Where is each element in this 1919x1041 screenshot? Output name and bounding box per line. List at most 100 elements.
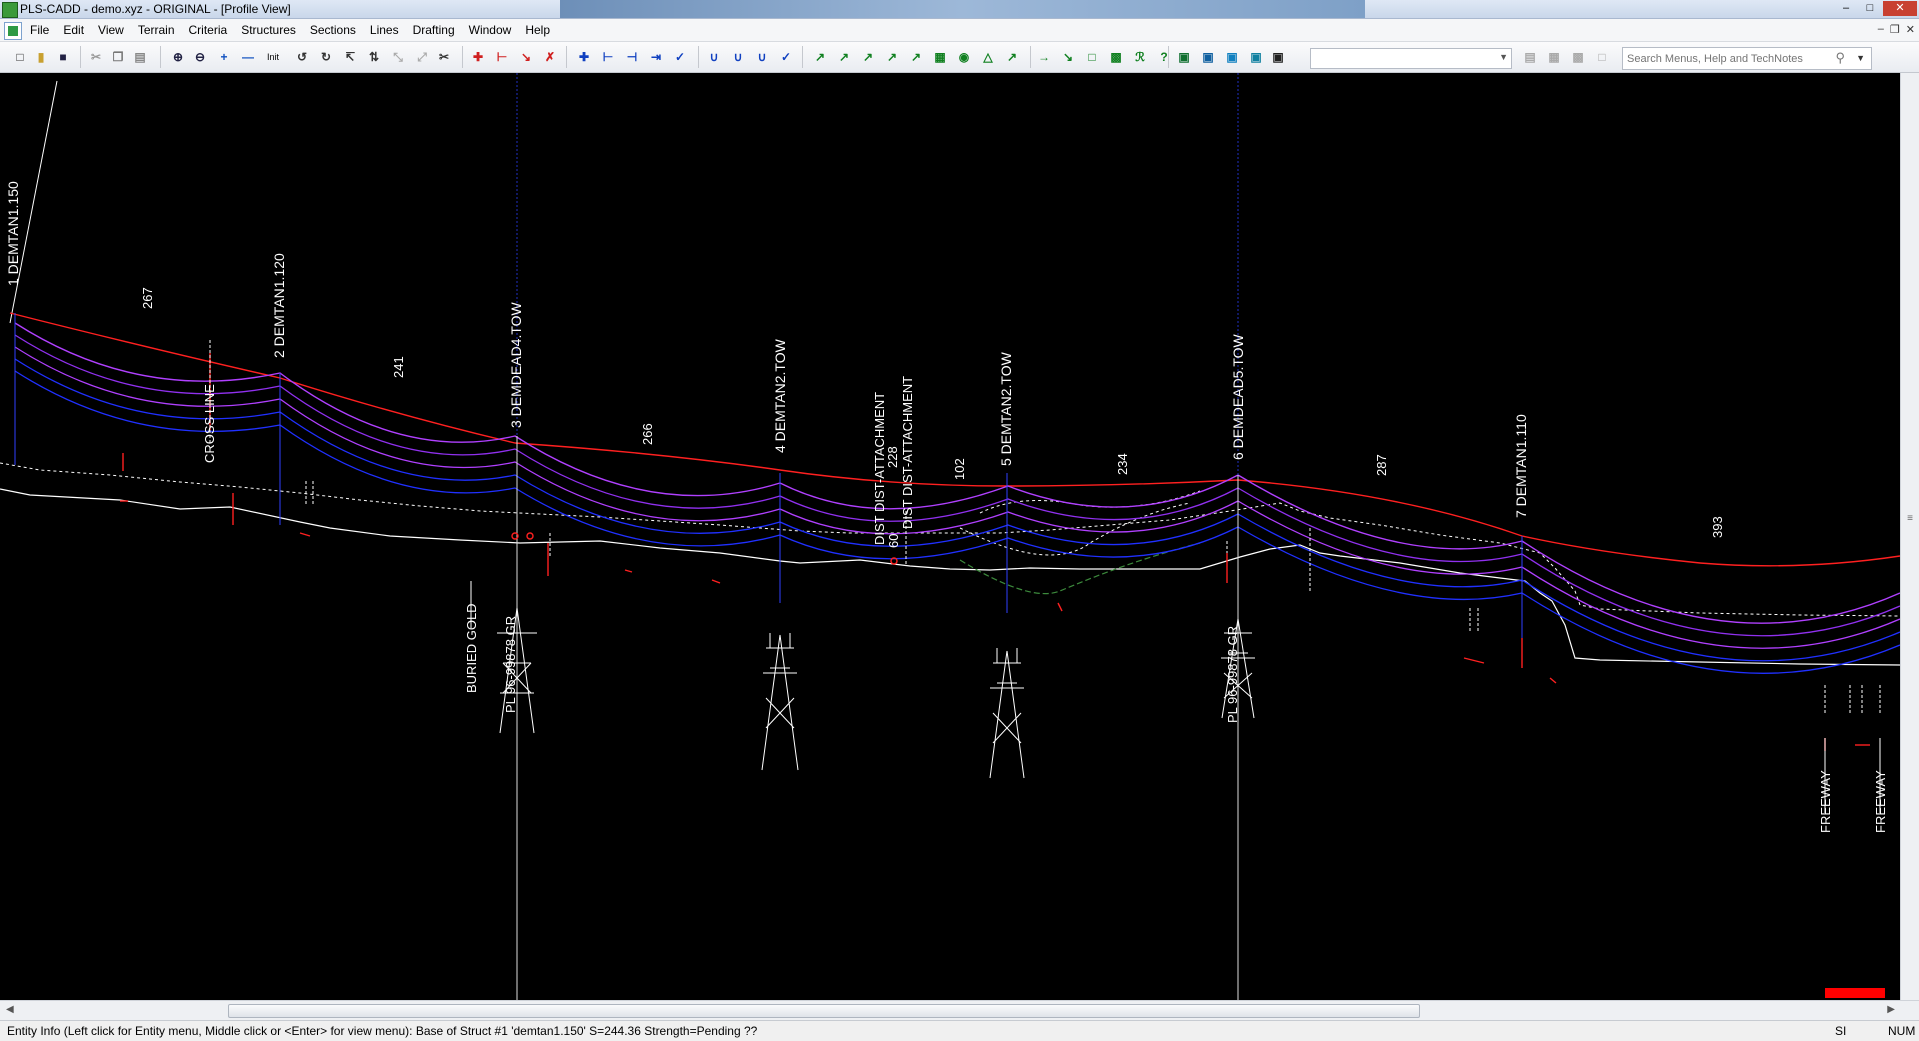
rotate-right-icon[interactable]: ↻ bbox=[318, 49, 334, 65]
line4-icon[interactable]: ▩ bbox=[1108, 49, 1124, 65]
view2-icon[interactable]: ▣ bbox=[1200, 49, 1216, 65]
open-icon[interactable]: ▮ bbox=[33, 49, 49, 65]
fit-icon[interactable]: ⤡ bbox=[390, 49, 406, 65]
sag-check-icon[interactable]: ✓ bbox=[778, 49, 794, 65]
view1-icon[interactable]: ▣ bbox=[1176, 49, 1192, 65]
menu-help[interactable]: Help bbox=[525, 23, 550, 37]
report1-icon[interactable]: ▤ bbox=[1522, 49, 1538, 65]
horizontal-scrollbar[interactable]: ◀ ▶ bbox=[0, 1000, 1919, 1020]
section-icon[interactable]: ⊢ bbox=[600, 49, 616, 65]
menu-structures[interactable]: Structures bbox=[241, 23, 296, 37]
scroll-right-icon[interactable]: ▶ bbox=[1887, 1004, 1895, 1015]
rotate-icon[interactable]: ↸ bbox=[342, 49, 358, 65]
line1-icon[interactable]: → bbox=[1036, 49, 1052, 65]
menu-terrain[interactable]: Terrain bbox=[138, 23, 175, 37]
profile-view-canvas[interactable]: 1 DEMTAN1.150 2 DEMTAN1.120 3 DEMDEAD4.T… bbox=[0, 73, 1900, 1000]
menu-criteria[interactable]: Criteria bbox=[189, 23, 228, 37]
document-icon[interactable] bbox=[4, 22, 22, 40]
zoom-in-icon[interactable]: ⊕ bbox=[170, 49, 186, 65]
terrain8-icon[interactable]: △ bbox=[980, 49, 996, 65]
freeway-label[interactable]: FREEWAY bbox=[1818, 770, 1833, 833]
terrain1-icon[interactable]: ↗ bbox=[812, 49, 828, 65]
terrain9-icon[interactable]: ↗ bbox=[1004, 49, 1020, 65]
minimize-icon[interactable]: – bbox=[1835, 1, 1857, 16]
dist-attachment-label[interactable]: DIST DIST-ATTACHMENT bbox=[872, 392, 887, 545]
menu-edit[interactable]: Edit bbox=[63, 23, 84, 37]
save-icon[interactable]: ■ bbox=[55, 49, 71, 65]
delete-structure-icon[interactable]: ✗ bbox=[542, 49, 558, 65]
terrain7-icon[interactable]: ◉ bbox=[956, 49, 972, 65]
zoom-out-icon[interactable]: ⊖ bbox=[192, 49, 208, 65]
view5-icon[interactable]: ▣ bbox=[1270, 49, 1286, 65]
line5-icon[interactable]: ℛ bbox=[1132, 49, 1148, 65]
add-structure-icon[interactable]: ✚ bbox=[470, 49, 486, 65]
copy-icon[interactable]: ❐ bbox=[110, 49, 126, 65]
layer-combo[interactable]: ▼ bbox=[1310, 48, 1512, 69]
structure-label-5[interactable]: 5 DEMTAN2.TOW bbox=[998, 351, 1014, 466]
fit2-icon[interactable]: ⤢ bbox=[414, 49, 430, 65]
scissors-icon[interactable]: ✂ bbox=[436, 49, 452, 65]
search-input[interactable] bbox=[1623, 48, 1829, 69]
mdi-close-icon[interactable]: ✕ bbox=[1906, 23, 1915, 36]
section-move-icon[interactable]: ⇥ bbox=[648, 49, 664, 65]
zoom-extent-icon[interactable]: — bbox=[240, 49, 256, 65]
report4-icon[interactable]: □ bbox=[1594, 49, 1610, 65]
pl-gr-label[interactable]: PL 96-99878 GR bbox=[503, 616, 518, 713]
menu-lines[interactable]: Lines bbox=[370, 23, 399, 37]
orbit-icon[interactable]: ⇅ bbox=[366, 49, 382, 65]
sag2-icon[interactable]: ∪ bbox=[730, 49, 746, 65]
scroll-grip-icon[interactable]: ≡ bbox=[1904, 513, 1916, 533]
report3-icon[interactable]: ▩ bbox=[1570, 49, 1586, 65]
terrain3-icon[interactable]: ↗ bbox=[860, 49, 876, 65]
new-icon[interactable]: □ bbox=[12, 49, 28, 65]
buried-gold-label[interactable]: BURIED GOLD bbox=[464, 603, 479, 693]
structure-label-6[interactable]: 6 DEMDEAD5.TOW bbox=[1230, 333, 1246, 460]
line3-icon[interactable]: □ bbox=[1084, 49, 1100, 65]
structure-arrow-icon[interactable]: ↘ bbox=[518, 49, 534, 65]
view3-icon[interactable]: ▣ bbox=[1224, 49, 1240, 65]
view4-icon[interactable]: ▣ bbox=[1248, 49, 1264, 65]
menu-window[interactable]: Window bbox=[469, 23, 512, 37]
init-icon[interactable]: Init bbox=[262, 49, 284, 65]
structure-label-1[interactable]: 1 DEMTAN1.150 bbox=[5, 181, 21, 286]
maximize-icon[interactable]: □ bbox=[1859, 1, 1881, 16]
title-bar-band bbox=[560, 0, 1365, 18]
search-dropdown-icon[interactable]: ▼ bbox=[1856, 53, 1865, 63]
menu-sections[interactable]: Sections bbox=[310, 23, 356, 37]
rotate-left-icon[interactable]: ↺ bbox=[294, 49, 310, 65]
structure-label-3[interactable]: 3 DEMDEAD4.TOW bbox=[508, 301, 524, 428]
cut-icon[interactable]: ✂ bbox=[88, 49, 104, 65]
report2-icon[interactable]: ▦ bbox=[1546, 49, 1562, 65]
dist-attachment-label[interactable]: DIST DIST-ATTACHMENT bbox=[900, 376, 915, 529]
scroll-left-icon[interactable]: ◀ bbox=[6, 1004, 14, 1015]
section-add-icon[interactable]: ✚ bbox=[576, 49, 592, 65]
pan-icon[interactable]: + bbox=[216, 49, 232, 65]
menu-drafting[interactable]: Drafting bbox=[413, 23, 455, 37]
line2-icon[interactable]: ↘ bbox=[1060, 49, 1076, 65]
mdi-restore-icon[interactable]: ❐ bbox=[1890, 23, 1900, 36]
mdi-minimize-icon[interactable]: – bbox=[1878, 23, 1884, 36]
crossline-label[interactable]: CROSS LINE bbox=[202, 384, 217, 463]
menu-view[interactable]: View bbox=[98, 23, 124, 37]
section-query-icon[interactable]: ⊣ bbox=[624, 49, 640, 65]
move-structure-icon[interactable]: ⊢ bbox=[494, 49, 510, 65]
search-icon[interactable]: ⚲ bbox=[1835, 50, 1845, 66]
structure-label-2[interactable]: 2 DEMTAN1.120 bbox=[271, 253, 287, 358]
menu-file[interactable]: File bbox=[30, 23, 49, 37]
terrain6-icon[interactable]: ▦ bbox=[932, 49, 948, 65]
terrain5-icon[interactable]: ↗ bbox=[908, 49, 924, 65]
section-check-icon[interactable]: ✓ bbox=[672, 49, 688, 65]
structure-label-7[interactable]: 7 DEMTAN1.110 bbox=[1513, 414, 1529, 518]
structure-label-4[interactable]: 4 DEMTAN2.TOW bbox=[772, 338, 788, 453]
freeway-label[interactable]: FREEWAY bbox=[1873, 770, 1888, 833]
pl-gr-label[interactable]: PL 96-99878 GR bbox=[1225, 626, 1240, 723]
vertical-scrollbar[interactable]: ≡ bbox=[1900, 73, 1919, 1000]
line6-icon[interactable]: ? bbox=[1156, 49, 1172, 65]
sag-icon[interactable]: ∪ bbox=[706, 49, 722, 65]
sag3-icon[interactable]: ∪ bbox=[754, 49, 770, 65]
paste-icon[interactable]: ▤ bbox=[132, 49, 148, 65]
close-icon[interactable]: ✕ bbox=[1883, 1, 1917, 16]
terrain2-icon[interactable]: ↗ bbox=[836, 49, 852, 65]
horizontal-scroll-thumb[interactable] bbox=[228, 1004, 1420, 1018]
terrain4-icon[interactable]: ↗ bbox=[884, 49, 900, 65]
